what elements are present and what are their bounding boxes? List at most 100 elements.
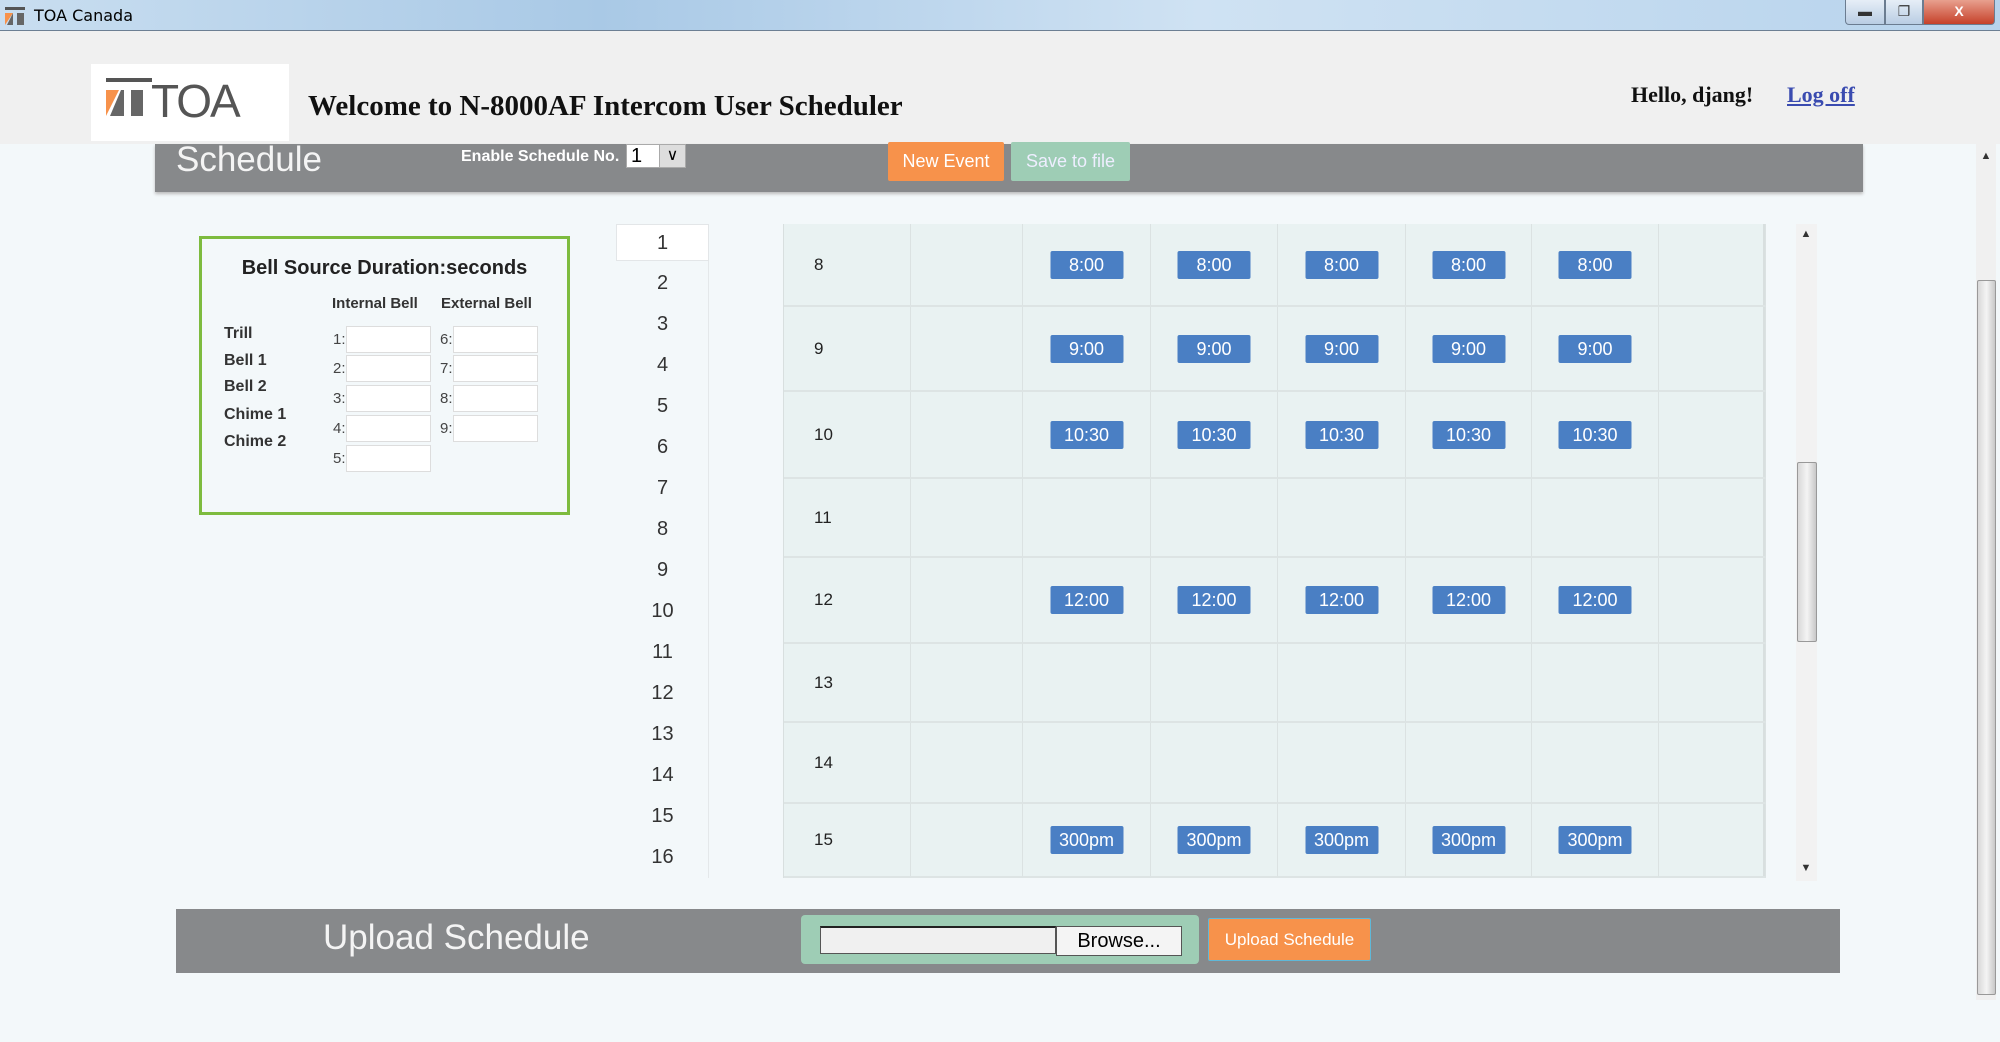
- schedule-number-item[interactable]: 14: [616, 757, 709, 794]
- event-badge[interactable]: 9:00: [1050, 334, 1123, 363]
- schedule-number-item[interactable]: 13: [616, 716, 709, 753]
- schedule-number-item[interactable]: 4: [616, 347, 709, 384]
- schedule-cell[interactable]: [1406, 479, 1532, 558]
- schedule-cell[interactable]: 300pm: [1023, 804, 1151, 878]
- internal-bell-input[interactable]: [346, 415, 431, 442]
- schedule-cell[interactable]: [911, 224, 1023, 307]
- file-path-input[interactable]: [820, 926, 1056, 954]
- schedule-cell[interactable]: 12:00: [1151, 558, 1278, 644]
- schedule-cell[interactable]: 12:00: [1023, 558, 1151, 644]
- schedule-number-item[interactable]: 2: [616, 265, 709, 302]
- schedule-cell[interactable]: [1659, 307, 1766, 392]
- event-badge[interactable]: 300pm: [1558, 826, 1632, 854]
- schedule-cell[interactable]: 9:00: [1151, 307, 1278, 392]
- schedule-cell[interactable]: [1278, 723, 1406, 804]
- schedule-cell[interactable]: 10:30: [1532, 392, 1659, 479]
- event-badge[interactable]: 10:30: [1050, 420, 1123, 449]
- restore-button[interactable]: ❐: [1885, 0, 1923, 25]
- schedule-cell[interactable]: [911, 558, 1023, 644]
- event-badge[interactable]: 300pm: [1050, 826, 1123, 854]
- schedule-cell[interactable]: 10:30: [1023, 392, 1151, 479]
- schedule-cell[interactable]: [1278, 644, 1406, 723]
- schedule-cell[interactable]: [911, 479, 1023, 558]
- schedule-cell[interactable]: [1659, 723, 1766, 804]
- event-badge[interactable]: 8:00: [1050, 250, 1123, 279]
- schedule-cell[interactable]: [1659, 804, 1766, 878]
- event-badge[interactable]: 8:00: [1305, 250, 1378, 279]
- external-bell-input[interactable]: [453, 326, 538, 353]
- event-badge[interactable]: 8:00: [1558, 250, 1632, 279]
- schedule-cell[interactable]: 9:00: [1532, 307, 1659, 392]
- schedule-cell[interactable]: 8:00: [1151, 224, 1278, 307]
- schedule-cell[interactable]: 9:00: [1406, 307, 1532, 392]
- schedule-cell[interactable]: [1659, 479, 1766, 558]
- event-badge[interactable]: 9:00: [1432, 334, 1505, 363]
- schedule-cell[interactable]: 300pm: [1532, 804, 1659, 878]
- grid-scrollbar-thumb[interactable]: [1797, 462, 1817, 642]
- schedule-cell[interactable]: [1659, 644, 1766, 723]
- event-badge[interactable]: 10:30: [1305, 420, 1378, 449]
- event-badge[interactable]: 9:00: [1177, 334, 1251, 363]
- schedule-cell[interactable]: 9:00: [1278, 307, 1406, 392]
- enable-schedule-select[interactable]: 1 ∨: [626, 144, 686, 168]
- schedule-number-item[interactable]: 7: [616, 470, 709, 507]
- close-button[interactable]: X: [1923, 0, 1995, 25]
- schedule-cell[interactable]: 12:00: [1406, 558, 1532, 644]
- schedule-cell[interactable]: [1532, 479, 1659, 558]
- page-scroll-up-icon[interactable]: ▲: [1976, 150, 1996, 162]
- schedule-number-item[interactable]: 16: [616, 839, 709, 876]
- schedule-cell[interactable]: [911, 644, 1023, 723]
- event-badge[interactable]: 8:00: [1177, 250, 1251, 279]
- scroll-down-icon[interactable]: ▼: [1796, 862, 1816, 874]
- external-bell-input[interactable]: [453, 415, 538, 442]
- schedule-cell[interactable]: [1532, 644, 1659, 723]
- schedule-cell[interactable]: [911, 392, 1023, 479]
- internal-bell-input[interactable]: [346, 355, 431, 382]
- page-scrollbar-thumb[interactable]: [1977, 280, 1996, 995]
- schedule-cell[interactable]: [911, 307, 1023, 392]
- schedule-number-item[interactable]: 12: [616, 675, 709, 712]
- schedule-cell[interactable]: [1659, 224, 1766, 307]
- schedule-cell[interactable]: [1659, 392, 1766, 479]
- internal-bell-input[interactable]: [346, 326, 431, 353]
- schedule-cell[interactable]: 8:00: [1023, 224, 1151, 307]
- internal-bell-input[interactable]: [346, 445, 431, 472]
- event-badge[interactable]: 9:00: [1305, 334, 1378, 363]
- schedule-cell[interactable]: 10:30: [1151, 392, 1278, 479]
- event-badge[interactable]: 12:00: [1305, 586, 1378, 614]
- schedule-cell[interactable]: [911, 804, 1023, 878]
- schedule-cell[interactable]: [1151, 479, 1278, 558]
- schedule-cell[interactable]: [1151, 723, 1278, 804]
- schedule-number-item[interactable]: 5: [616, 388, 709, 425]
- schedule-cell[interactable]: [911, 723, 1023, 804]
- schedule-cell[interactable]: [1023, 723, 1151, 804]
- schedule-cell[interactable]: 10:30: [1278, 392, 1406, 479]
- schedule-cell[interactable]: [1406, 644, 1532, 723]
- event-badge[interactable]: 300pm: [1177, 826, 1251, 854]
- schedule-number-item[interactable]: 1: [616, 224, 709, 261]
- schedule-cell[interactable]: 300pm: [1406, 804, 1532, 878]
- logoff-link[interactable]: Log off: [1787, 82, 1855, 108]
- schedule-cell[interactable]: [1023, 644, 1151, 723]
- event-badge[interactable]: 10:30: [1177, 420, 1251, 449]
- event-badge[interactable]: 10:30: [1558, 420, 1632, 449]
- event-badge[interactable]: 300pm: [1432, 826, 1505, 854]
- internal-bell-input[interactable]: [346, 385, 431, 412]
- schedule-number-item[interactable]: 6: [616, 429, 709, 466]
- event-badge[interactable]: 8:00: [1432, 250, 1505, 279]
- external-bell-input[interactable]: [453, 355, 538, 382]
- save-to-file-button[interactable]: Save to file: [1011, 142, 1130, 181]
- schedule-cell[interactable]: [1278, 479, 1406, 558]
- schedule-cell[interactable]: 8:00: [1278, 224, 1406, 307]
- event-badge[interactable]: 300pm: [1305, 826, 1378, 854]
- new-event-button[interactable]: New Event: [888, 142, 1004, 181]
- schedule-cell[interactable]: 300pm: [1278, 804, 1406, 878]
- browse-button[interactable]: Browse...: [1056, 926, 1182, 956]
- schedule-number-item[interactable]: 8: [616, 511, 709, 548]
- schedule-number-item[interactable]: 9: [616, 552, 709, 589]
- schedule-number-item[interactable]: 3: [616, 306, 709, 343]
- schedule-number-item[interactable]: 15: [616, 798, 709, 835]
- schedule-cell[interactable]: 12:00: [1532, 558, 1659, 644]
- upload-schedule-button[interactable]: Upload Schedule: [1208, 918, 1371, 961]
- event-badge[interactable]: 9:00: [1558, 334, 1632, 363]
